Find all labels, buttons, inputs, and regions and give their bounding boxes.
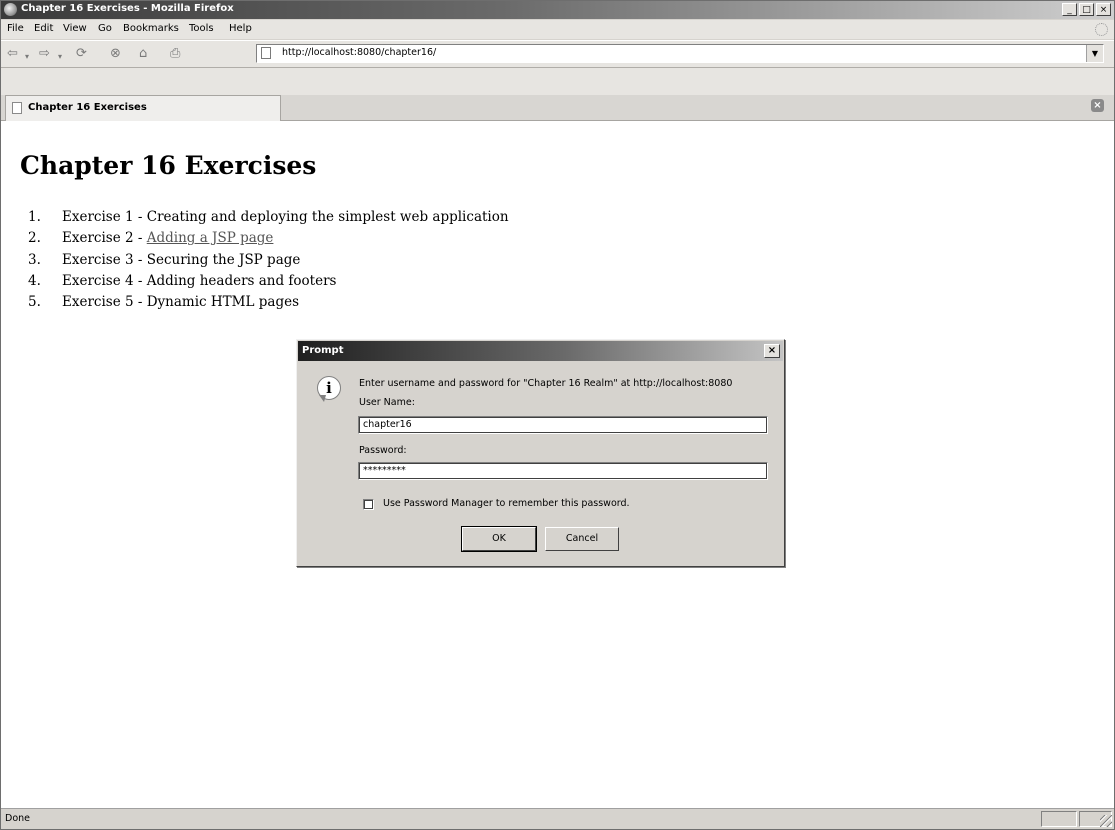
exercise-prefix: Exercise 4 - <box>62 272 147 289</box>
menu-go[interactable]: Go <box>98 23 112 34</box>
throbber-icon <box>1095 23 1108 36</box>
exercise-prefix: Exercise 5 - <box>62 294 147 311</box>
browser-window: Chapter 16 Exercises - Mozilla Firefox _… <box>0 0 1115 830</box>
status-text: Done <box>5 813 30 824</box>
cancel-button[interactable]: Cancel <box>545 527 619 551</box>
exercise-prefix: Exercise 1 - <box>62 209 147 225</box>
maximize-button[interactable]: □ <box>1079 3 1094 16</box>
menu-file[interactable]: File <box>7 23 24 34</box>
username-value: chapter16 <box>363 419 412 430</box>
list-number: 2. <box>28 230 41 247</box>
username-field[interactable]: chapter16 <box>358 416 768 434</box>
exercise-title: Creating and deploying the simplest web … <box>146 209 509 225</box>
dialog-title-bar[interactable]: Prompt × <box>298 341 783 361</box>
home-icon[interactable]: ⌂ <box>139 47 147 61</box>
back-dropdown-icon[interactable]: ▾ <box>25 50 29 64</box>
list-item-text: Exercise 2 - Adding a JSP page <box>62 230 273 246</box>
window-controls: _ □ × <box>1062 3 1111 16</box>
page-title: Chapter 16 Exercises <box>20 151 317 180</box>
status-bar: Done <box>1 808 1114 829</box>
list-item-text: Exercise 1 - Creating and deploying the … <box>62 209 509 225</box>
url-bar[interactable]: http://localhost:8080/chapter16/ ▼ <box>256 44 1104 63</box>
print-icon[interactable]: ⎙ <box>170 47 180 61</box>
remember-password-label[interactable]: Use Password Manager to remember this pa… <box>383 498 630 509</box>
list-item-text: Exercise 4 - Adding headers and footers <box>62 273 336 289</box>
exercise-title: Adding headers and footers <box>146 272 337 289</box>
url-dropdown-icon[interactable]: ▼ <box>1086 45 1103 62</box>
page-icon <box>12 102 22 114</box>
exercise-title: Securing the JSP page <box>146 251 301 268</box>
menu-bar: File Edit View Go Bookmarks Tools Help <box>1 20 1114 39</box>
dialog-message: Enter username and password for "Chapter… <box>359 378 733 389</box>
username-label: User Name: <box>359 397 415 408</box>
menu-view[interactable]: View <box>63 23 87 34</box>
exercise-title: Dynamic HTML pages <box>146 294 300 311</box>
password-label: Password: <box>359 445 407 456</box>
remember-password-checkbox[interactable] <box>363 499 374 510</box>
info-icon-tail <box>319 395 326 402</box>
forward-arrow-icon[interactable]: ⇨ <box>39 47 50 61</box>
toolbar-spacer <box>1 68 1114 95</box>
back-arrow-icon[interactable]: ⇦ <box>7 47 18 61</box>
exercise-link[interactable]: Adding a JSP page <box>147 230 274 246</box>
page-icon <box>261 47 271 59</box>
tab-chapter-16[interactable]: Chapter 16 Exercises <box>5 95 281 121</box>
list-number: 3. <box>28 251 41 268</box>
auth-prompt-dialog: Prompt × i Enter username and password f… <box>296 339 785 567</box>
list-number: 4. <box>28 272 41 289</box>
password-value: ********* <box>363 465 406 476</box>
dialog-title: Prompt <box>302 345 344 356</box>
firefox-logo-icon <box>4 3 17 16</box>
close-window-button[interactable]: × <box>1096 3 1111 16</box>
exercise-prefix: Exercise 3 - <box>62 251 147 268</box>
forward-dropdown-icon[interactable]: ▾ <box>58 50 62 64</box>
minimize-button[interactable]: _ <box>1062 3 1077 16</box>
list-number: 5. <box>28 294 41 311</box>
ok-button[interactable]: OK <box>461 526 537 552</box>
list-number: 1. <box>28 209 41 225</box>
dialog-close-button[interactable]: × <box>764 344 780 358</box>
menu-edit[interactable]: Edit <box>34 23 53 34</box>
menu-bookmarks[interactable]: Bookmarks <box>123 23 179 34</box>
window-title: Chapter 16 Exercises - Mozilla Firefox <box>21 3 234 14</box>
menu-tools[interactable]: Tools <box>189 23 214 34</box>
close-tab-icon[interactable]: × <box>1091 99 1104 112</box>
reload-icon[interactable]: ⟳ <box>76 47 87 61</box>
stop-icon[interactable]: ⊗ <box>110 47 121 61</box>
status-panel <box>1041 811 1077 827</box>
exercise-prefix: Exercise 2 - <box>62 230 147 247</box>
tab-label: Chapter 16 Exercises <box>28 102 147 113</box>
resize-grip-icon[interactable] <box>1100 815 1112 827</box>
title-bar[interactable]: Chapter 16 Exercises - Mozilla Firefox _… <box>1 1 1114 19</box>
list-item-text: Exercise 3 - Securing the JSP page <box>62 252 300 268</box>
url-text[interactable]: http://localhost:8080/chapter16/ <box>282 47 436 58</box>
list-item-text: Exercise 5 - Dynamic HTML pages <box>62 294 299 310</box>
password-field[interactable]: ********* <box>358 462 768 480</box>
navigation-toolbar: ⇦ ▾ ⇨ ▾ ⟳ ⊗ ⌂ ⎙ http://localhost:8080/ch… <box>1 40 1114 68</box>
menu-help[interactable]: Help <box>229 23 252 34</box>
